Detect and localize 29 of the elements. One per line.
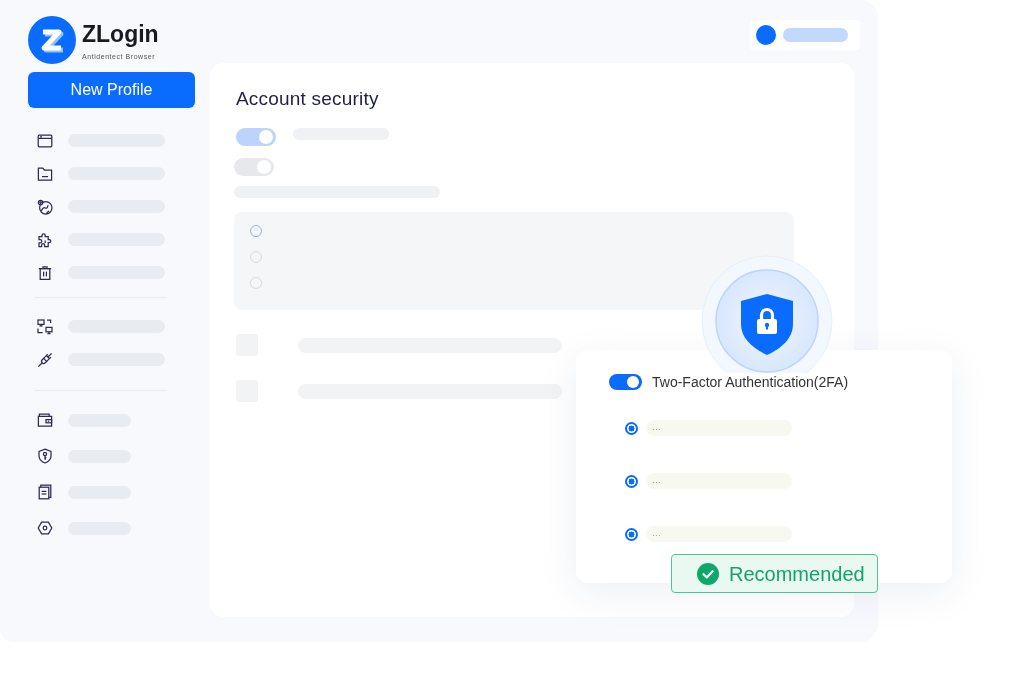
check-icon	[697, 562, 719, 585]
globe-icon[interactable]	[37, 198, 53, 215]
radio-button[interactable]	[625, 421, 638, 435]
shield-key-icon[interactable]	[37, 448, 53, 464]
input-field[interactable]: …	[646, 420, 792, 436]
trash-icon[interactable]	[37, 264, 53, 281]
input-field[interactable]: …	[646, 526, 792, 542]
hexagon-settings-icon[interactable]	[37, 520, 53, 536]
radio-button[interactable]	[625, 474, 638, 488]
folder-icon[interactable]	[37, 165, 53, 182]
badge-label: Recommended	[729, 561, 865, 586]
puzzle-icon[interactable]	[37, 231, 53, 248]
monitors-icon[interactable]	[37, 318, 53, 335]
placeholder-bar	[783, 28, 848, 42]
toggle-label: Two-Factor Authentication(2FA)	[652, 374, 849, 390]
avatar-icon	[756, 25, 776, 45]
new-profile-button[interactable]: New Profile	[28, 72, 195, 108]
panel-title: Account security	[236, 88, 379, 110]
input-field[interactable]: …	[646, 473, 792, 489]
radio-button[interactable]	[625, 527, 638, 541]
user-chip[interactable]	[750, 20, 860, 50]
brand-name: ZLogin	[82, 21, 159, 47]
logo-icon	[28, 16, 76, 64]
browser-window-icon[interactable]	[37, 132, 53, 149]
wallet-icon[interactable]	[37, 412, 53, 428]
toggle-switch[interactable]	[609, 374, 642, 390]
toggle-switch[interactable]	[236, 128, 276, 146]
documents-icon[interactable]	[37, 484, 53, 500]
plug-icon[interactable]	[37, 351, 53, 368]
